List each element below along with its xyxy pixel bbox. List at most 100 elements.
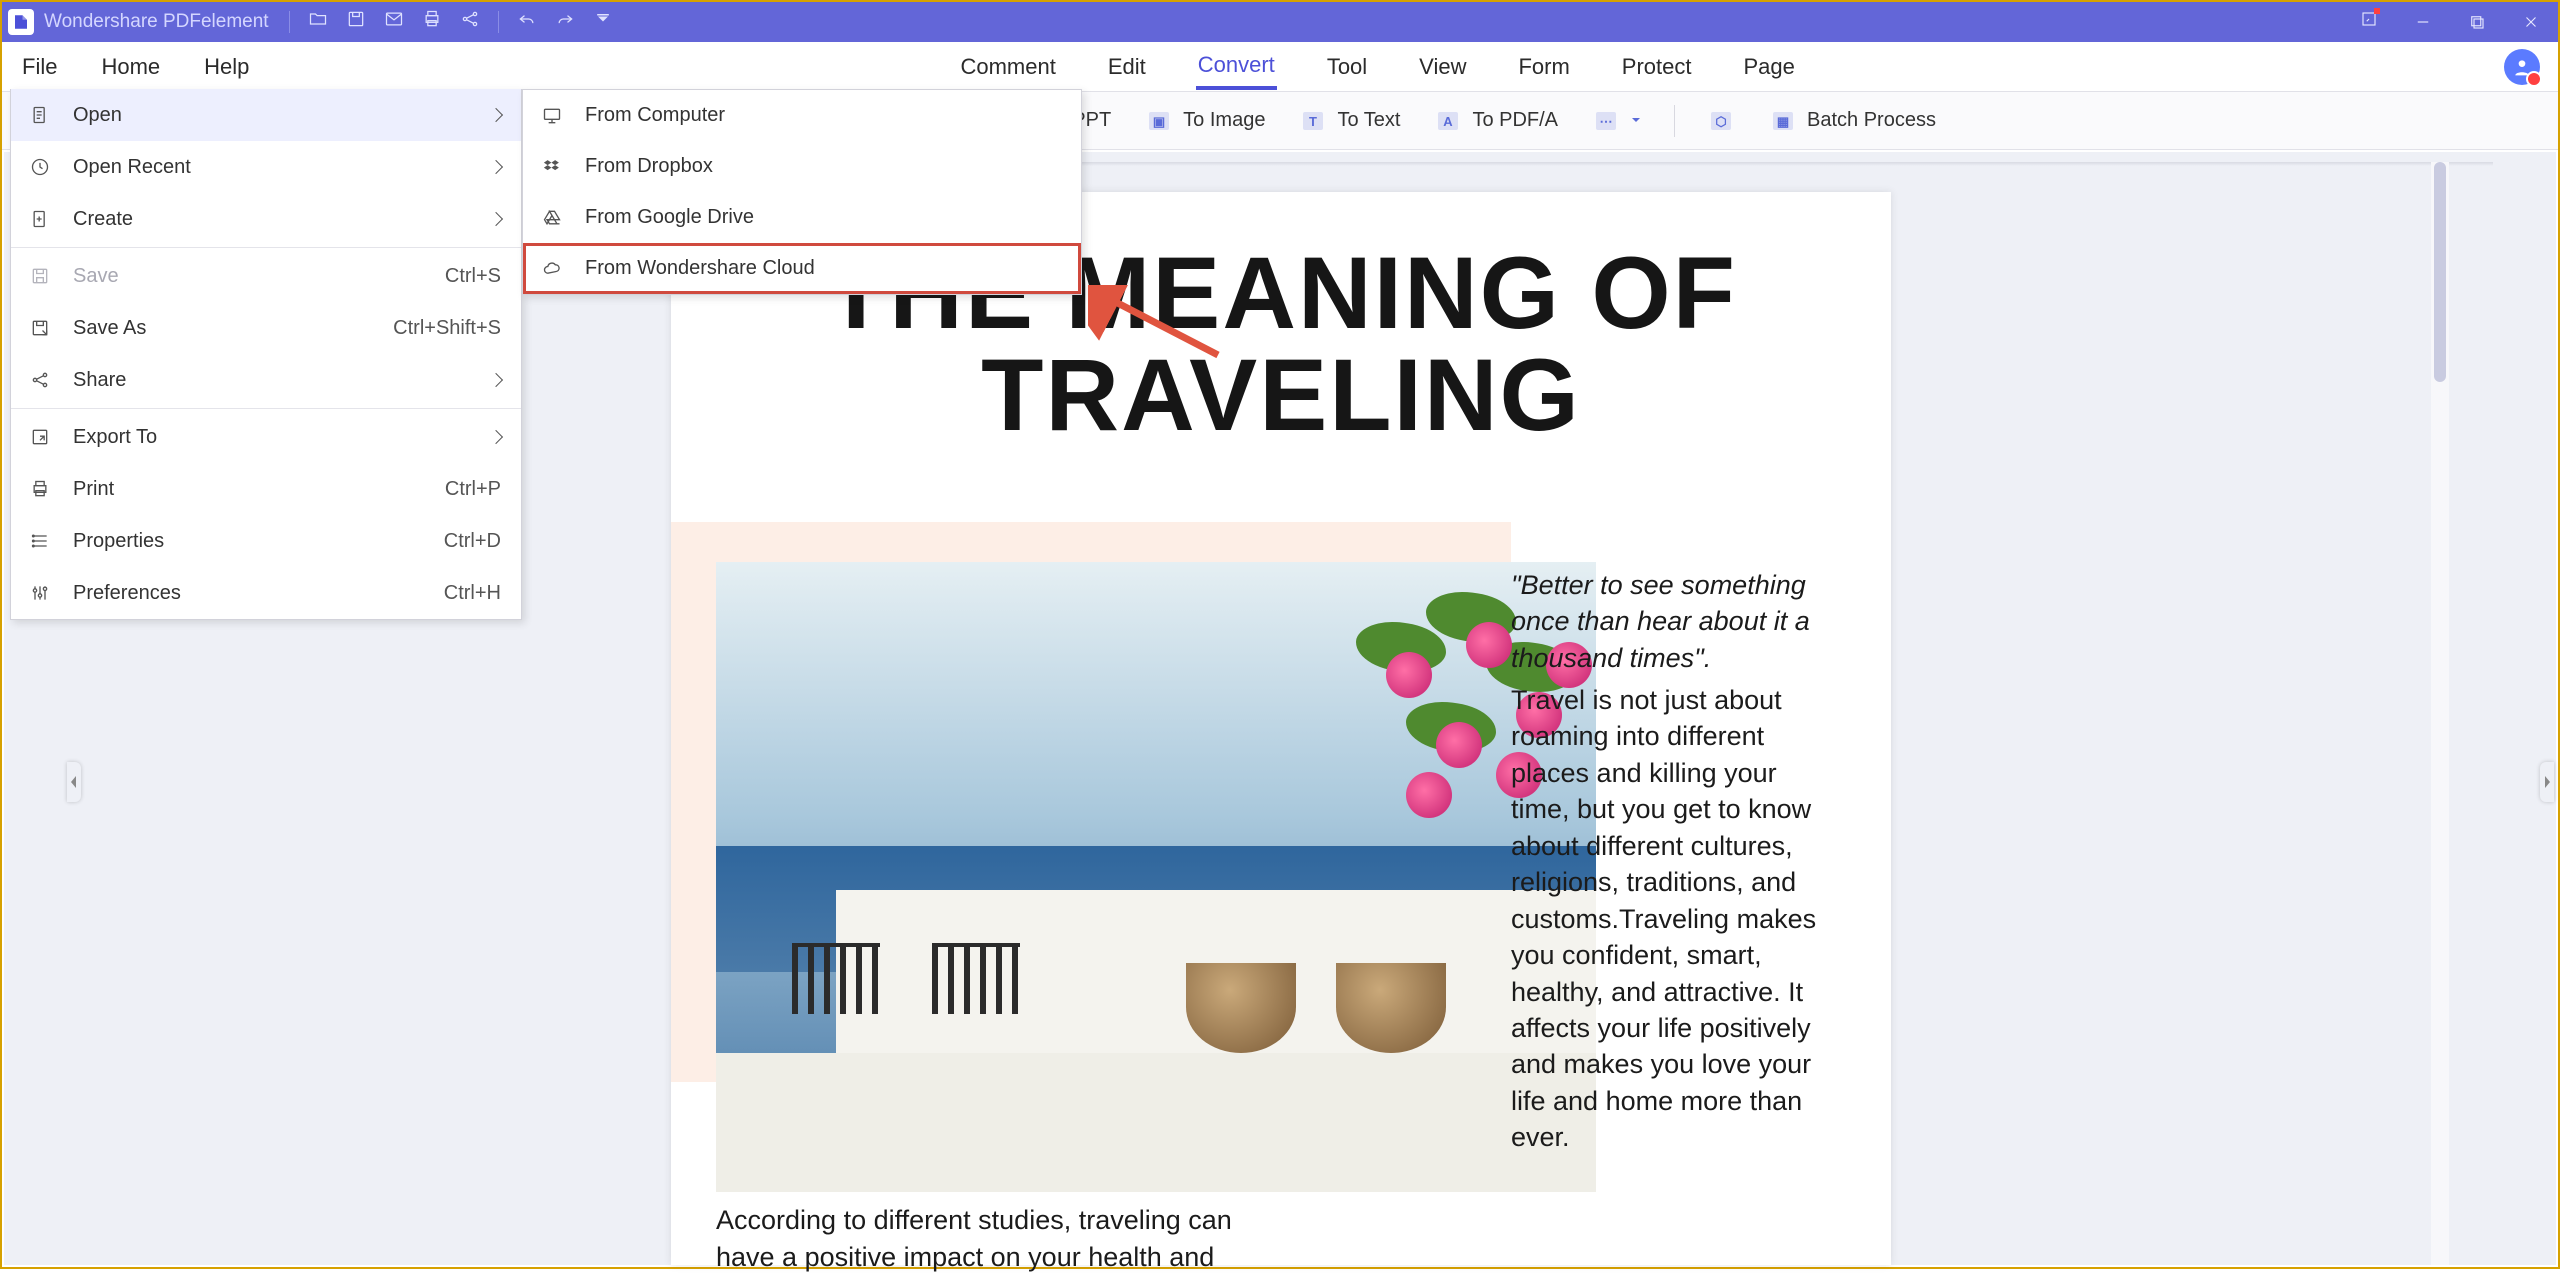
file-menu-print[interactable]: PrintCtrl+P [11, 463, 521, 515]
prefs-icon [29, 583, 51, 603]
menu-label: From Computer [585, 104, 1061, 127]
svg-text:A: A [1444, 114, 1454, 129]
chevron-right-icon [489, 373, 503, 387]
file-menu-save: SaveCtrl+S [11, 250, 521, 302]
hero-photo [716, 562, 1596, 1192]
print-icon[interactable] [422, 9, 442, 35]
chevron-right-icon [489, 430, 503, 444]
app-logo [8, 9, 34, 35]
toolbar-unknown-hex[interactable]: ⬡ [1699, 103, 1743, 139]
open-from-gdrive[interactable]: From Google Drive [523, 192, 1081, 243]
file-menu-properties[interactable]: PropertiesCtrl+D [11, 515, 521, 567]
menu-label: Print [73, 478, 445, 501]
menu-home[interactable]: Home [99, 46, 162, 88]
menu-label: Properties [73, 530, 444, 553]
screenshot-button[interactable] [2342, 2, 2396, 42]
menu-label: From Google Drive [585, 206, 1061, 229]
quick-access [289, 9, 613, 35]
svg-text:▦: ▦ [1777, 114, 1789, 129]
menu-label: From Wondershare Cloud [585, 257, 1061, 280]
menu-label: Export To [73, 426, 491, 449]
chevron-right-icon [489, 108, 503, 122]
user-avatar[interactable] [2504, 49, 2540, 85]
save-icon[interactable] [346, 9, 366, 35]
export-icon [29, 427, 51, 447]
menu-label: Save As [73, 317, 393, 340]
redo-icon[interactable] [555, 9, 575, 35]
file-menu-share[interactable]: Share [11, 354, 521, 406]
close-button[interactable] [2504, 2, 2558, 42]
tab-comment[interactable]: Comment [958, 46, 1057, 88]
tab-edit[interactable]: Edit [1106, 46, 1148, 88]
undo-icon[interactable] [517, 9, 537, 35]
menu-label: Open Recent [73, 156, 491, 179]
chevron-right-icon [489, 160, 503, 174]
annotation-arrow [1088, 285, 1228, 370]
file-menu-export-to[interactable]: Export To [11, 411, 521, 463]
printer-icon [29, 479, 51, 499]
maximize-button[interactable] [2450, 2, 2504, 42]
email-icon[interactable] [384, 9, 404, 35]
menu-file[interactable]: File [20, 46, 59, 88]
menu-label: Preferences [73, 582, 444, 605]
file-menu-open-recent[interactable]: Open Recent [11, 141, 521, 193]
app-title: Wondershare PDFelement [44, 11, 269, 33]
gdrive-icon [541, 208, 563, 228]
svg-text:⋯: ⋯ [1600, 114, 1613, 129]
toolbar-to-image[interactable]: ▣To Image [1137, 103, 1273, 139]
share-icon [29, 370, 51, 390]
quote-text: "Better to see something once than hear … [1511, 567, 1831, 676]
main-menu: File Home Help Comment Edit Convert Tool View F… [2, 42, 2558, 92]
menu-help[interactable]: Help [202, 46, 251, 88]
open-from-wscloud[interactable]: From Wondershare Cloud [523, 243, 1081, 294]
tab-convert[interactable]: Convert [1196, 44, 1277, 90]
toolbar-batch[interactable]: ▦Batch Process [1761, 103, 1944, 139]
share-icon[interactable] [460, 9, 480, 35]
file-menu-dropdown: Open Open Recent Create SaveCtrl+SSave AsCt… [10, 89, 522, 620]
chevron-right-icon [489, 212, 503, 226]
open-from-computer[interactable]: From Computer [523, 90, 1081, 141]
toolbar-more[interactable]: ⋯ [1584, 103, 1650, 139]
file-icon [29, 105, 51, 125]
plus-file-icon [29, 209, 51, 229]
body-text-1: Travel is not just about roaming into di… [1511, 682, 1831, 1156]
window-controls [2342, 2, 2558, 42]
tab-view[interactable]: View [1417, 46, 1468, 88]
save-icon [29, 266, 51, 286]
tab-form[interactable]: Form [1516, 46, 1571, 88]
tab-tool[interactable]: Tool [1325, 46, 1369, 88]
cloud-icon [541, 259, 563, 279]
file-menu-open[interactable]: Open [11, 89, 521, 141]
toolbar-to-text[interactable]: TTo Text [1291, 103, 1408, 139]
vertical-scrollbar[interactable] [2431, 162, 2449, 1265]
tab-page[interactable]: Page [1742, 46, 1797, 88]
open-submenu: From Computer From Dropbox From Google Dri… [522, 89, 1082, 295]
menu-label: From Dropbox [585, 155, 1061, 178]
menu-label: Save [73, 265, 445, 288]
menu-label: Open [73, 104, 491, 127]
open-folder-icon[interactable] [308, 9, 328, 35]
file-menu-preferences[interactable]: PreferencesCtrl+H [11, 567, 521, 619]
menu-label: Create [73, 208, 491, 231]
minimize-button[interactable] [2396, 2, 2450, 42]
file-menu-create[interactable]: Create [11, 193, 521, 245]
more-icon[interactable] [593, 9, 613, 35]
save-as-icon [29, 318, 51, 338]
file-menu-save-as[interactable]: Save AsCtrl+Shift+S [11, 302, 521, 354]
pdf-page[interactable]: THE MEANING OF TRAVELING "Better to see … [671, 192, 1891, 1265]
dropbox-icon [541, 157, 563, 177]
props-icon [29, 531, 51, 551]
right-panel-toggle[interactable] [2540, 762, 2554, 802]
svg-text:T: T [1309, 114, 1317, 129]
svg-text:⬡: ⬡ [1715, 114, 1726, 129]
monitor-icon [541, 106, 563, 126]
svg-text:▣: ▣ [1153, 114, 1165, 129]
title-bar: Wondershare PDFelement [2, 2, 2558, 42]
clock-icon [29, 157, 51, 177]
tab-protect[interactable]: Protect [1620, 46, 1694, 88]
left-panel-toggle[interactable] [67, 762, 81, 802]
toolbar-to-pdfa[interactable]: ATo PDF/A [1426, 103, 1566, 139]
menu-label: Share [73, 369, 491, 392]
open-from-dropbox[interactable]: From Dropbox [523, 141, 1081, 192]
body-text-2: According to different studies, travelin… [716, 1202, 1276, 1275]
